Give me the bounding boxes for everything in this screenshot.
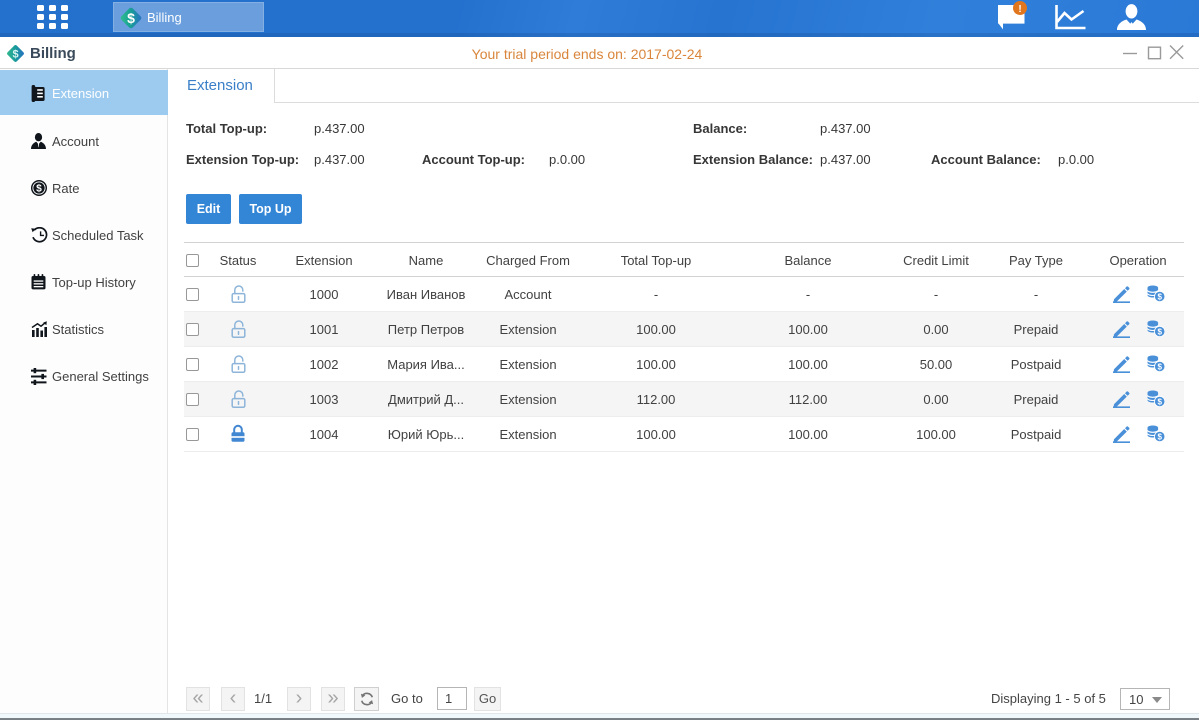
svg-text:!: !	[1018, 4, 1021, 15]
svg-text:$: $	[1157, 328, 1162, 337]
svg-text:$: $	[36, 183, 42, 194]
svg-text:$: $	[1157, 433, 1162, 442]
svg-text:$: $	[1157, 363, 1162, 372]
svg-text:$: $	[1157, 293, 1162, 302]
svg-text:$: $	[1157, 398, 1162, 407]
svg-text:$: $	[127, 10, 135, 26]
